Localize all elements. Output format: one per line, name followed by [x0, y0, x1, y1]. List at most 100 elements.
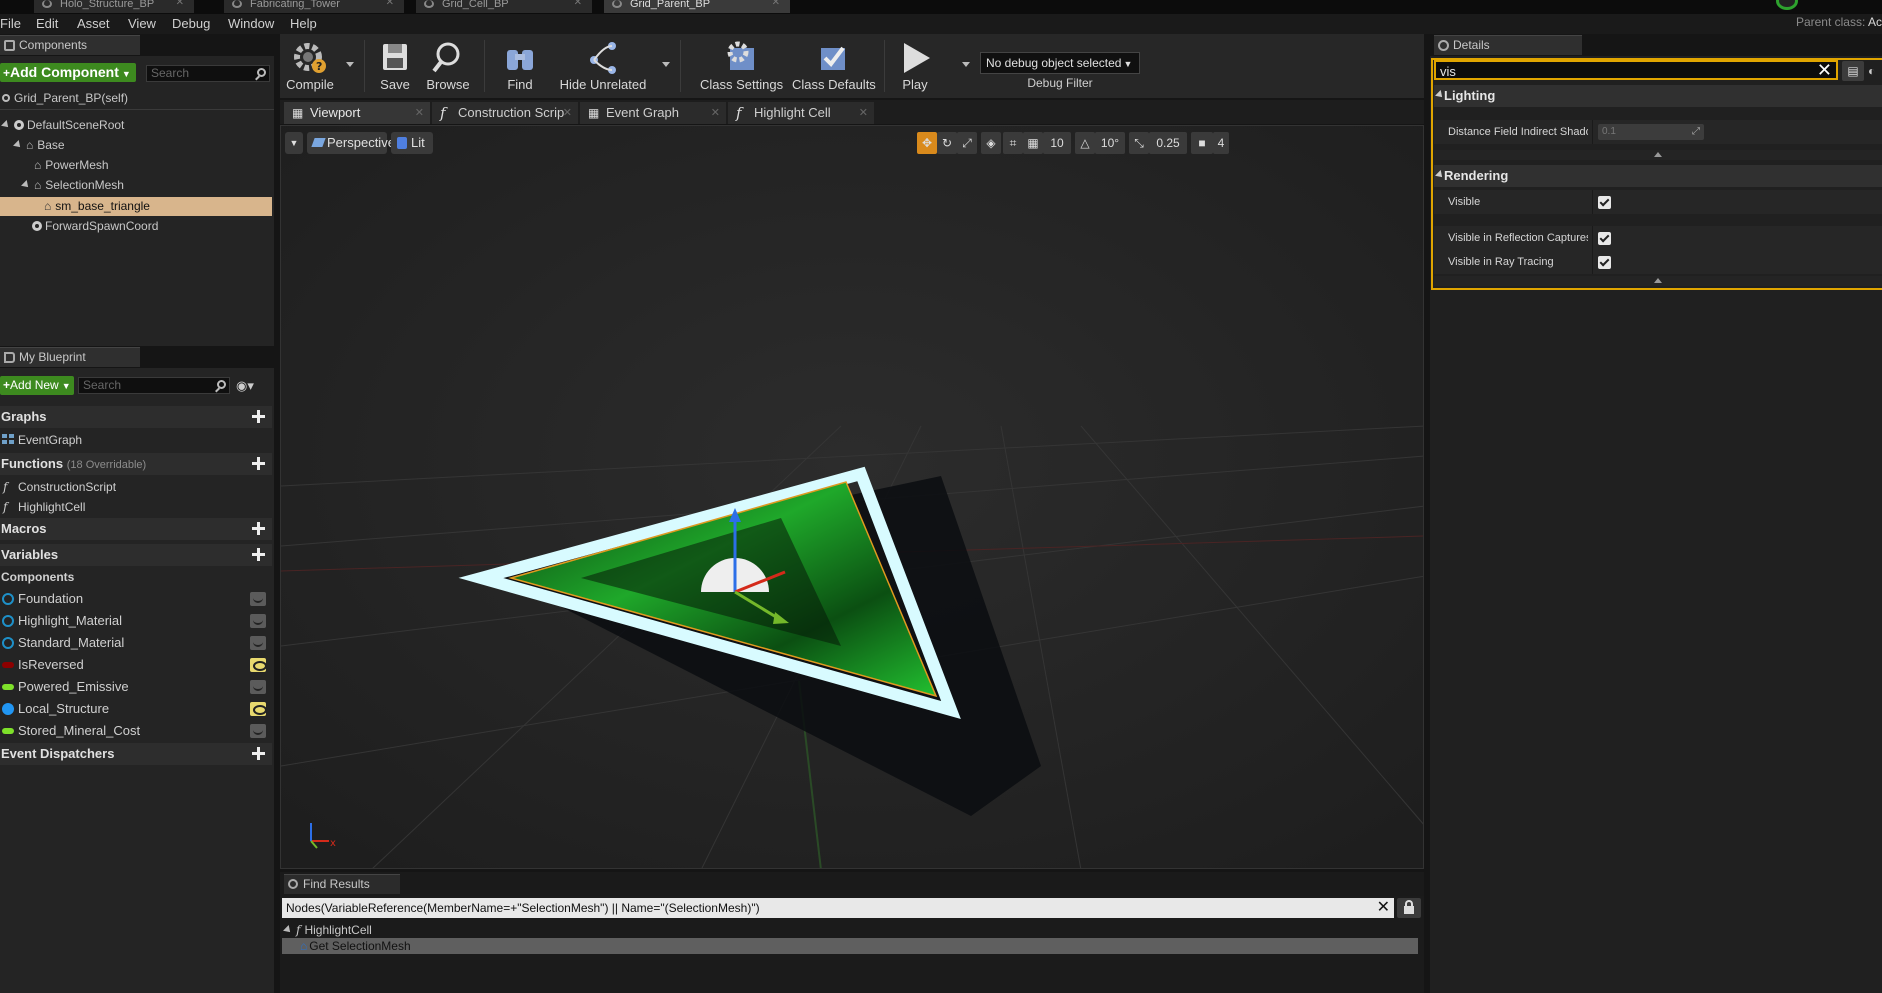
variable-visibility-eye-icon[interactable]: [250, 680, 266, 694]
tab-highlight-cell[interactable]: f Highlight Cell ✕: [728, 102, 874, 124]
menu-help[interactable]: Help: [290, 16, 317, 31]
variable-item[interactable]: Foundation: [0, 588, 272, 610]
graph-item-eventgraph[interactable]: EventGraph: [0, 429, 272, 451]
graphs-section-header[interactable]: Graphs: [0, 406, 272, 428]
doc-tab-grid-parent[interactable]: Grid_Parent_BP ✕: [604, 0, 790, 13]
clear-search-icon[interactable]: ✕: [1377, 898, 1390, 918]
tab-event-graph[interactable]: ▦ Event Graph ✕: [580, 102, 726, 124]
tree-item-power-mesh[interactable]: ⌂ PowerMesh: [34, 156, 274, 175]
advanced-expander[interactable]: [1434, 276, 1882, 286]
visible-checkbox[interactable]: [1598, 196, 1611, 209]
translate-tool-icon[interactable]: ✥: [917, 132, 937, 154]
add-variable-icon[interactable]: [252, 548, 265, 561]
close-icon[interactable]: ✕: [711, 102, 720, 124]
advanced-expander[interactable]: [1434, 150, 1882, 160]
level-viewport[interactable]: x ▼ Perspective Lit ✥ ↻ ⤢ ◈ ⌗ ▦ 10 △ 10°…: [280, 125, 1424, 869]
tab-viewport[interactable]: ▦ Viewport ✕: [284, 102, 430, 124]
add-graph-icon[interactable]: [252, 410, 265, 423]
save-button[interactable]: Save: [372, 34, 418, 98]
variable-item[interactable]: Powered_Emissive: [0, 676, 272, 698]
tab-construction-script[interactable]: f Construction Scrip ✕: [432, 102, 578, 124]
variable-visibility-eye-icon[interactable]: [250, 702, 267, 716]
property-matrix-icon[interactable]: ▤: [1842, 61, 1864, 81]
variable-item[interactable]: IsReversed: [0, 654, 272, 676]
variables-section-header[interactable]: Variables: [0, 544, 272, 566]
details-search-input[interactable]: vis ✕: [1434, 60, 1838, 80]
add-new-button[interactable]: +Add New ▼: [0, 376, 74, 395]
tree-item-forward-spawn-coord[interactable]: ForwardSpawnCoord: [32, 217, 274, 236]
find-query-input[interactable]: Nodes(VariableReference(MemberName=+"Sel…: [282, 898, 1394, 918]
tree-item-default-scene-root[interactable]: DefaultSceneRoot: [1, 116, 274, 135]
debug-object-select[interactable]: No debug object selected ▼: [980, 52, 1140, 74]
view-options-eye-icon[interactable]: ◐: [1868, 61, 1882, 81]
scale-snap-value[interactable]: 0.25: [1149, 132, 1187, 154]
close-icon[interactable]: ✕: [386, 0, 394, 8]
lit-mode-button[interactable]: Lit: [391, 132, 433, 154]
rotate-tool-icon[interactable]: ↻: [937, 132, 957, 154]
class-defaults-button[interactable]: Class Defaults: [792, 34, 876, 98]
function-item-construction-script[interactable]: f ConstructionScript: [0, 476, 272, 498]
variables-components-category[interactable]: Components: [0, 566, 272, 588]
reset-arrow-icon[interactable]: ⤢: [1692, 124, 1700, 140]
column-splitter[interactable]: [1592, 250, 1593, 274]
close-icon[interactable]: ✕: [859, 102, 868, 124]
lock-results-icon[interactable]: [1397, 898, 1421, 918]
visible-in-reflection-captures-checkbox[interactable]: [1598, 232, 1611, 245]
menu-asset[interactable]: Asset: [77, 16, 110, 31]
add-component-button[interactable]: +Add Component ▼: [0, 63, 136, 82]
variable-item[interactable]: Highlight_Material: [0, 610, 272, 632]
variable-visibility-eye-icon[interactable]: [250, 614, 266, 628]
scale-tool-icon[interactable]: ⤢: [957, 132, 977, 154]
distance-field-indirect-shadow-input[interactable]: 0.1 ⤢: [1598, 124, 1704, 140]
menu-file[interactable]: File: [0, 16, 21, 31]
variable-item[interactable]: Local_Structure: [0, 698, 272, 720]
tree-item-selection-mesh[interactable]: ⌂ SelectionMesh: [21, 176, 274, 195]
play-button[interactable]: Play: [894, 34, 936, 98]
lighting-category[interactable]: Lighting: [1434, 85, 1882, 107]
column-splitter[interactable]: [1592, 120, 1593, 144]
variable-visibility-eye-icon[interactable]: [250, 592, 266, 606]
compile-button[interactable]: ? Compile: [282, 34, 338, 98]
source-control-status-icon[interactable]: [1776, 0, 1798, 10]
components-search-input[interactable]: Search: [146, 65, 270, 82]
function-item-highlight-cell[interactable]: f HighlightCell: [0, 496, 272, 518]
find-result-get-selectionmesh[interactable]: ⌂ Get SelectionMesh: [282, 938, 1418, 954]
menu-edit[interactable]: Edit: [36, 16, 58, 31]
rotation-snap-icon[interactable]: △: [1075, 132, 1095, 154]
close-icon[interactable]: ✕: [176, 0, 184, 8]
tree-item-sm-base-triangle[interactable]: ⌂ sm_base_triangle: [0, 197, 272, 216]
close-icon[interactable]: ✕: [574, 0, 582, 8]
self-component-row[interactable]: Grid_Parent_BP(self): [0, 89, 274, 108]
close-icon[interactable]: ✕: [563, 102, 572, 124]
clear-search-icon[interactable]: ✕: [1817, 61, 1832, 80]
play-options-dropdown[interactable]: [962, 62, 970, 67]
event-dispatchers-section-header[interactable]: Event Dispatchers: [0, 743, 272, 765]
grid-snap-icon[interactable]: ▦: [1023, 132, 1043, 154]
scale-snap-icon[interactable]: ⤡: [1129, 132, 1149, 154]
add-macro-icon[interactable]: [252, 522, 265, 535]
menu-window[interactable]: Window: [228, 16, 274, 31]
viewport-scene[interactable]: x: [281, 126, 1424, 869]
rotation-snap-value[interactable]: 10°: [1095, 132, 1125, 154]
hide-unrelated-button[interactable]: Hide Unrelated: [558, 34, 648, 98]
parent-class-value[interactable]: Ac: [1868, 15, 1882, 29]
find-button[interactable]: Find: [492, 34, 548, 98]
camera-speed-icon[interactable]: ■: [1191, 132, 1213, 154]
grid-snap-value[interactable]: 10: [1043, 132, 1071, 154]
world-local-toggle-icon[interactable]: ◈: [981, 132, 1001, 154]
column-splitter[interactable]: [1592, 226, 1593, 250]
rendering-category[interactable]: Rendering: [1434, 165, 1882, 187]
perspective-button[interactable]: Perspective: [307, 132, 395, 154]
camera-speed-value[interactable]: 4: [1213, 132, 1229, 154]
doc-tab-fabricating-tower[interactable]: Fabricating_Tower ✕: [224, 0, 404, 13]
menu-view[interactable]: View: [128, 16, 156, 31]
variable-visibility-eye-icon[interactable]: [250, 636, 266, 650]
compile-options-dropdown[interactable]: [346, 62, 354, 67]
surface-snap-icon[interactable]: ⌗: [1003, 132, 1023, 154]
doc-tab-holo-structure[interactable]: Holo_Structure_BP ✕: [34, 0, 194, 13]
tree-item-base[interactable]: ⌂ Base: [13, 136, 274, 155]
hide-unrelated-options-dropdown[interactable]: [662, 62, 670, 67]
variable-visibility-eye-icon[interactable]: [250, 658, 267, 672]
menu-debug[interactable]: Debug: [172, 16, 210, 31]
find-result-highlightcell[interactable]: f HighlightCell: [283, 922, 1396, 938]
